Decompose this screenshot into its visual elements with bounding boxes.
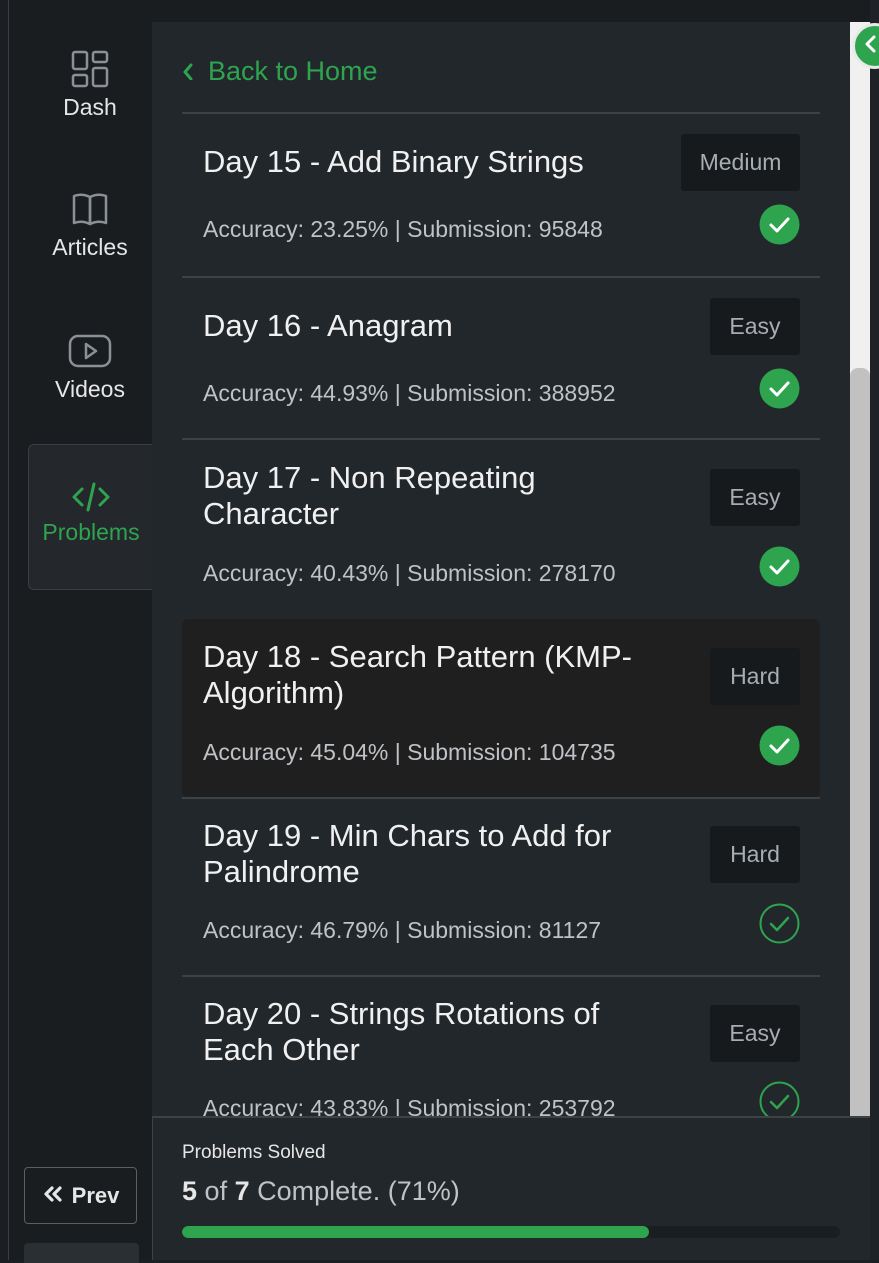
- solved-check-icon: [759, 204, 800, 245]
- back-label: Back to Home: [208, 56, 378, 86]
- dashboard-icon: [28, 50, 152, 88]
- problem-stats: Accuracy: 44.93% | Submission: 388952: [203, 380, 616, 406]
- problem-title: Day 18 - Search Pattern (KMP-Algorithm): [203, 639, 632, 710]
- progress-bar-fill: [182, 1226, 650, 1238]
- difficulty-badge: Hard: [710, 826, 800, 883]
- video-icon: [28, 332, 152, 370]
- solved-check-icon: [759, 368, 800, 409]
- background-page-edge: [870, 0, 879, 1260]
- sidebar: Dash Articles Videos Problems Prev: [8, 22, 153, 1263]
- sidebar-next-button-partial[interactable]: [24, 1243, 139, 1263]
- back-to-home-link[interactable]: Back to Home: [182, 56, 378, 87]
- problem-title: Day 17 - Non Repeating Character: [203, 460, 536, 531]
- sidebar-item-videos[interactable]: Videos: [28, 332, 152, 422]
- problem-title: Day 19 - Min Chars to Add for Palindrome: [203, 818, 612, 889]
- sidebar-item-label: Dash: [63, 94, 117, 120]
- book-icon: [28, 190, 152, 228]
- problem-title: Day 20 - Strings Rotations of Each Other: [203, 996, 600, 1067]
- prev-button[interactable]: Prev: [24, 1167, 137, 1224]
- double-chevron-left-icon: [42, 1183, 64, 1209]
- problem-title: Day 16 - Anagram: [203, 308, 453, 343]
- prev-label: Prev: [71, 1182, 120, 1208]
- total-count: 7: [234, 1176, 250, 1206]
- of-text: of: [204, 1176, 228, 1206]
- progress-label: Problems Solved: [182, 1142, 326, 1163]
- problem-stats: Accuracy: 45.04% | Submission: 104735: [203, 739, 616, 765]
- sidebar-item-problems[interactable]: Problems: [28, 444, 153, 590]
- code-icon: [29, 445, 153, 513]
- window-frame: [8, 0, 872, 22]
- sidebar-item-label: Articles: [52, 234, 128, 260]
- difficulty-badge: Hard: [710, 648, 800, 705]
- chevron-left-icon: [863, 34, 877, 59]
- problem-stats: Accuracy: 23.25% | Submission: 95848: [203, 216, 603, 242]
- progress-bar: [182, 1226, 840, 1238]
- complete-text: Complete. (71%): [257, 1176, 460, 1206]
- problem-title: Day 15 - Add Binary Strings: [203, 144, 584, 179]
- chevron-left-icon: [182, 56, 194, 87]
- difficulty-badge: Easy: [710, 298, 800, 355]
- problem-card[interactable]: Day 16 - Anagram Accuracy: 44.93% | Subm…: [182, 278, 820, 438]
- problem-card[interactable]: Day 18 - Search Pattern (KMP-Algorithm) …: [182, 619, 820, 797]
- difficulty-badge: Easy: [710, 469, 800, 526]
- problem-stats: Accuracy: 40.43% | Submission: 278170: [203, 560, 616, 586]
- sidebar-item-label: Problems: [42, 519, 140, 545]
- progress-summary: 5 of 7 Complete. (71%): [182, 1176, 460, 1207]
- problems-panel: Back to Home Day 15 - Add Binary Strings…: [152, 22, 850, 1260]
- solved-count: 5: [182, 1176, 198, 1206]
- problem-card[interactable]: Day 17 - Non Repeating Character Accurac…: [182, 440, 820, 618]
- sidebar-item-label: Videos: [55, 376, 125, 402]
- difficulty-badge: Easy: [710, 1005, 800, 1062]
- progress-footer: Problems Solved 5 of 7 Complete. (71%): [152, 1116, 870, 1260]
- difficulty-badge: Medium: [681, 134, 800, 191]
- unsolved-check-icon: [759, 903, 800, 944]
- problem-card[interactable]: Day 15 - Add Binary Strings Accuracy: 23…: [182, 114, 820, 276]
- problem-stats: Accuracy: 46.79% | Submission: 81127: [203, 917, 602, 943]
- sidebar-item-articles[interactable]: Articles: [28, 190, 152, 280]
- scrollbar-thumb[interactable]: [850, 368, 870, 1128]
- sidebar-item-dash[interactable]: Dash: [28, 50, 152, 140]
- solved-check-icon: [759, 725, 800, 766]
- problem-card[interactable]: Day 19 - Min Chars to Add for Palindrome…: [182, 799, 820, 975]
- solved-check-icon: [759, 546, 800, 587]
